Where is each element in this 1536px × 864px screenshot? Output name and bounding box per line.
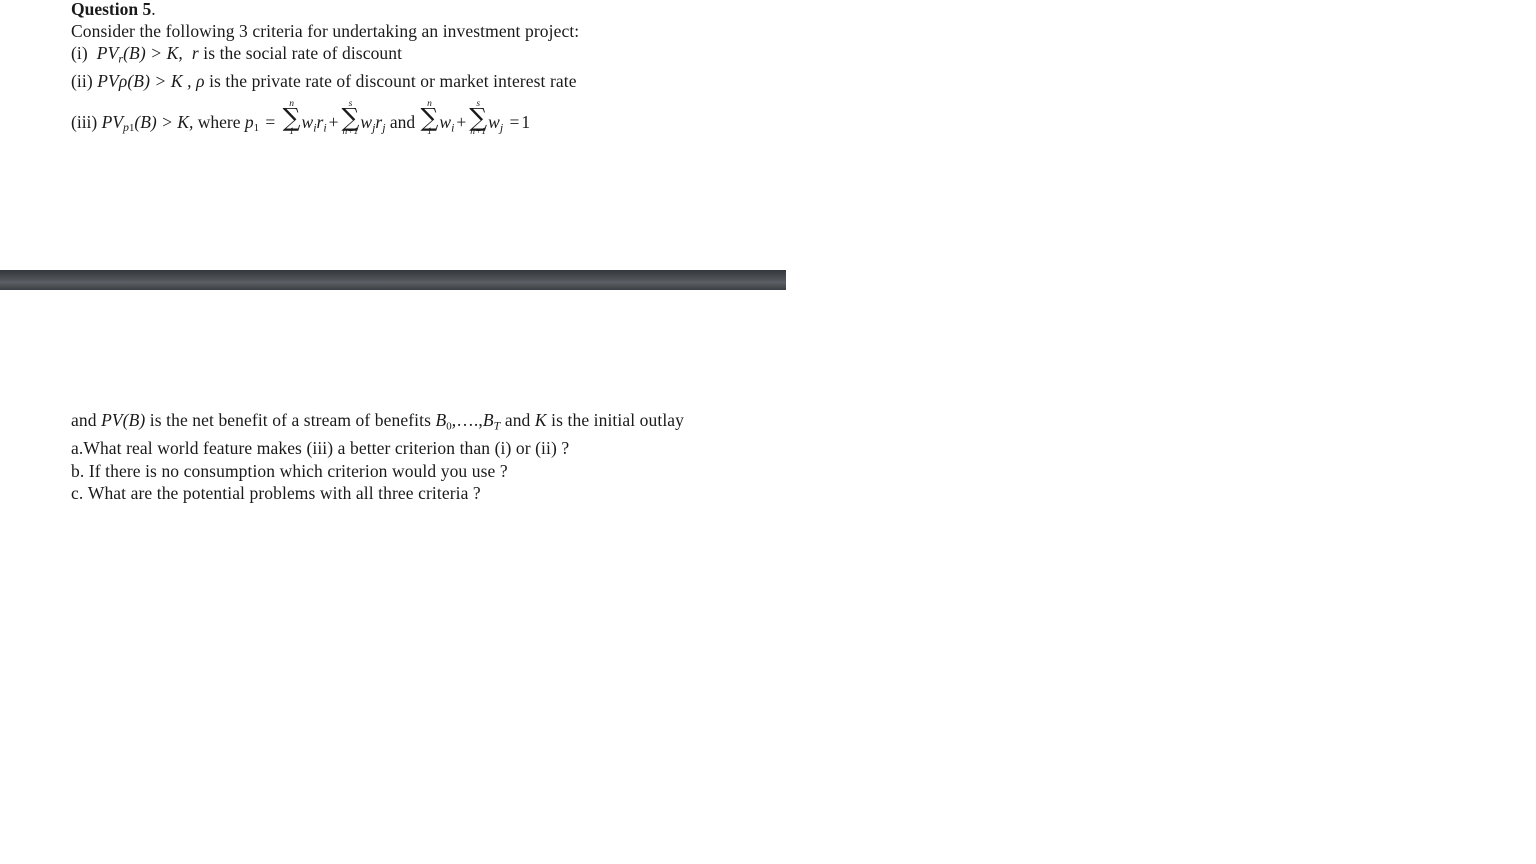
summation-1: n ∑ 1 wiri [282,98,327,142]
summation-3-sigma-group: n ∑ 1 [421,99,439,137]
criterion-ii-formula-prefix: PV [97,70,119,91]
criterion-i: (i) PVr(B) > K, r is the social rate of … [71,42,971,70]
sigma-icon: ∑ [420,103,439,133]
criterion-ii-symbol: ρ [196,70,205,91]
summation-4-lower-limit: n+1 [470,127,487,138]
criterion-iii-where-word: where [197,111,241,132]
criterion-i-description: is the social rate of discount [203,43,403,64]
criterion-ii: (ii) PVρ(B) > K , ρ is the private rate … [71,70,971,92]
subquestion-b-text: If there is no consumption which criteri… [88,460,508,481]
question-block: Question 5. Consider the following 3 cri… [71,0,971,143]
criterion-iii-formula-prefix: PV [101,111,124,132]
criterion-iii-and-word: and [389,111,416,132]
document-page: Question 5. Consider the following 3 cri… [0,0,1536,864]
benefit-ellipsis: ,…., [451,410,483,430]
subquestion-b: b. If there is no consumption which crit… [71,460,1071,482]
criterion-iii-where-var: p [244,111,254,132]
criterion-ii-marker: (ii) [71,70,93,91]
criterion-iii-one: 1 [521,111,531,132]
definition-tail: is the initial outlay [551,410,685,430]
benefit-var-start: B [435,410,447,430]
criterion-i-marker: (i) [71,43,88,64]
definition-mid: is the net benefit of a stream of benefi… [149,410,431,430]
dark-separator-bar [0,270,786,290]
criterion-iii-formula-rest: (B) > K, [134,111,194,132]
summation-2-body: wjrj [360,107,385,142]
criterion-ii-description: is the private rate of discount or marke… [209,70,577,91]
summation-2-sigma-group: s ∑ n+1 [342,99,360,137]
summation-1-var1: w [301,111,314,132]
criterion-iii-plus-2: + [456,111,467,132]
summation-3-body: wi [439,107,454,142]
definition-pv: PV [101,410,123,430]
summation-1-body: wiri [302,107,327,142]
summation-4: s ∑ n+1 wj [468,98,503,142]
summation-2-var1: w [360,111,373,132]
sigma-icon: ∑ [469,103,488,133]
criterion-iii-marker: (iii) [71,111,98,132]
criterion-iii-where-var-index: 1 [253,122,260,135]
definition-line: and PV(B) is the net benefit of a stream… [71,409,1071,437]
question-heading-text: Question 5 [71,0,152,19]
definition-and: and [504,410,531,430]
question-intro: Consider the following 3 criteria for un… [71,21,580,42]
sigma-icon: ∑ [341,103,360,133]
summation-4-sub1: j [499,120,504,135]
summation-3: n ∑ 1 wi [420,98,455,142]
subquestion-a-label: a. [71,438,84,459]
sigma-icon: ∑ [282,103,301,133]
summation-2-lower-limit: n+1 [342,127,359,138]
subquestion-c: c. What are the potential problems with … [71,482,1071,504]
criterion-i-formula-rest: (B) > K, [123,43,183,64]
benefit-var-end: B [482,410,494,430]
question-heading-suffix: . [151,0,156,19]
definition-pv-arg: (B) [122,410,146,430]
summation-4-body: wj [488,107,503,142]
subquestion-a: a.What real world feature makes (iii) a … [71,437,1071,459]
criterion-iii: (iii) PVp1(B) > K, where p1 = n ∑ 1 wiri + s ∑… [71,92,971,143]
criterion-iii-equals: = [265,111,276,132]
subquestion-b-label: b. [71,460,85,481]
criterion-ii-formula-rest: (B) > K , [127,70,192,91]
criterion-iii-plus: + [328,111,339,132]
criterion-i-symbol: r [191,43,199,64]
question-heading: Question 5. [71,0,971,20]
criterion-i-formula-prefix: PV [96,43,119,64]
summation-4-sigma-group: s ∑ n+1 [469,99,487,137]
criterion-iii-equals-one: = [509,111,520,132]
outlay-var: K [534,410,547,430]
subquestion-c-text: What are the potential problems with all… [87,482,481,503]
benefit-sub-end: T [493,418,501,433]
answer-prompt-block: and PV(B) is the net benefit of a stream… [71,409,1071,504]
subquestion-a-text: What real world feature makes (iii) a be… [83,438,570,459]
summation-4-var1: w [488,111,500,132]
subquestion-c-label: c. [71,482,84,503]
summation-2-sub2: j [382,120,386,135]
summation-3-var1: w [439,111,452,132]
summation-1-sigma-group: n ∑ 1 [283,99,301,137]
summation-2: s ∑ n+1 wjrj [341,98,386,142]
definition-prefix: and [71,410,97,430]
